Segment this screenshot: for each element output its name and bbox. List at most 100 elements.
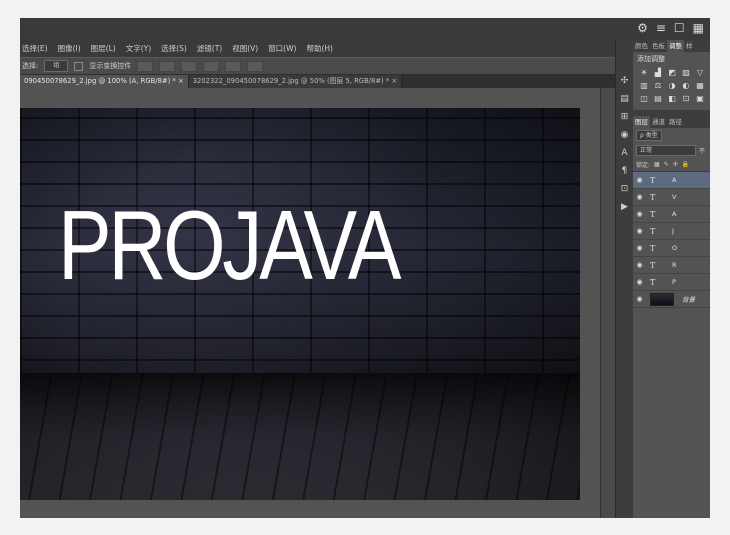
layer-filter-row: ρ 类型 (633, 128, 710, 143)
layer-row[interactable]: ◉ 背景 (633, 291, 710, 308)
menu-bar: 选择(E) 图像(I) 图层(L) 文字(Y) 选择(S) 滤镜(T) 视图(V… (20, 40, 710, 57)
channel-mixer-icon[interactable]: ▦ (695, 81, 705, 91)
curves-icon[interactable]: ◩ (667, 68, 677, 78)
blend-row: 正常 不 (633, 143, 710, 158)
character-icon[interactable]: A (621, 148, 627, 158)
tab-adjustments[interactable]: 调整 (667, 40, 684, 52)
eye-icon[interactable]: ◉ (633, 278, 646, 286)
paragraph-icon[interactable]: ¶ (622, 166, 628, 176)
threshold-icon[interactable]: ◧ (667, 94, 677, 104)
align-center-button[interactable] (159, 60, 176, 72)
levels-adjust-icon[interactable]: ▟ (653, 68, 663, 78)
posterize-icon[interactable]: ▤ (653, 94, 663, 104)
layer-row[interactable]: ◉ T P (633, 274, 710, 291)
adjustments-title: 添加调整 (637, 55, 665, 63)
brightness-icon[interactable]: ☀ (639, 68, 649, 78)
text-layer-icon: T (650, 226, 656, 236)
align-right-button[interactable] (181, 60, 198, 72)
layer-filter-dropdown[interactable]: ρ 类型 (636, 130, 662, 141)
color-balance-icon[interactable]: ⚖ (653, 81, 663, 91)
tab-document-2[interactable]: 3202322_090450078629_2.jpg @ 50% (图层 5, … (188, 75, 403, 88)
tab-styles[interactable]: 样 (684, 40, 695, 52)
distribute-top-button[interactable] (203, 60, 220, 72)
projava-text[interactable]: PROJAVA (58, 196, 402, 294)
tab-color[interactable]: 颜色 (633, 40, 650, 52)
eye-icon[interactable]: ◉ (633, 227, 646, 235)
menu-view[interactable]: 视图(V) (232, 43, 258, 54)
exposure-icon[interactable]: ▨ (681, 68, 691, 78)
show-transform-checkbox[interactable] (74, 61, 84, 71)
panel-dock-icons: ✣ ▤ ⊞ ◉ A ¶ ⊡ ▶ (615, 40, 633, 518)
lock-pixels-icon[interactable]: ▦ (654, 161, 660, 168)
menu-window[interactable]: 窗口(W) (268, 43, 296, 54)
history-icon[interactable]: ▤ (620, 94, 629, 104)
navigator-icon[interactable]: ✣ (621, 76, 629, 86)
artwork-canvas[interactable]: PROJAVA (20, 108, 580, 500)
selective-color-icon[interactable]: ▣ (695, 94, 705, 104)
layer-row[interactable]: ◉ T A (633, 206, 710, 223)
align-left-button[interactable] (137, 60, 154, 72)
gradient-map-icon[interactable]: ⊡ (681, 94, 691, 104)
photoshop-window: ⚙ ≡ ☐ ▦ 选择(E) 图像(I) 图层(L) 文字(Y) 选择(S) 滤镜… (20, 18, 710, 518)
brush-icon[interactable]: ◉ (621, 130, 629, 140)
menu-image[interactable]: 图像(I) (58, 43, 81, 54)
menu-select[interactable]: 选择(E) (22, 43, 48, 54)
layer-row[interactable]: ◉ T O (633, 240, 710, 257)
layer-name: A (672, 210, 677, 218)
layer-row[interactable]: ◉ T V (633, 189, 710, 206)
grid-icon[interactable]: ▦ (693, 21, 704, 35)
levels-icon[interactable]: ≡ (656, 21, 666, 35)
layer-name: A (672, 176, 677, 184)
vertical-scrollbar[interactable] (600, 88, 616, 518)
text-layer-icon: T (650, 260, 656, 270)
eye-icon[interactable]: ◉ (633, 244, 646, 252)
canvas-area[interactable]: PROJAVA (20, 88, 600, 518)
eye-icon[interactable]: ◉ (633, 176, 646, 184)
blend-mode-dropdown[interactable]: 正常 (636, 145, 696, 156)
layer-name: V (672, 193, 677, 201)
clone-source-icon[interactable]: ⊡ (621, 184, 629, 194)
actions-icon[interactable]: ▶ (621, 202, 628, 212)
tab-document-1-title: 090450078629_2.jpg @ 100% (A, RGB/8#) * (24, 77, 176, 85)
tab-document-1[interactable]: 090450078629_2.jpg @ 100% (A, RGB/8#) * … (20, 75, 189, 88)
lock-brush-icon[interactable]: ✎ (664, 161, 669, 168)
tab-swatches[interactable]: 色板 (650, 40, 667, 52)
distribute-bottom-button[interactable] (247, 60, 264, 72)
eye-icon[interactable]: ◉ (633, 261, 646, 269)
text-layer-icon: T (650, 243, 656, 253)
eye-icon[interactable]: ◉ (633, 295, 646, 303)
eye-icon[interactable]: ◉ (633, 193, 646, 201)
auto-select-label: 选择: (22, 62, 39, 70)
photo-filter-icon[interactable]: ◐ (681, 81, 691, 91)
lock-all-icon[interactable]: 🔒 (682, 161, 689, 168)
layer-name: P (672, 278, 676, 286)
opacity-label: 不 (699, 148, 706, 155)
black-white-icon[interactable]: ◑ (667, 81, 677, 91)
layers-panel-tabs: 图层 通道 路径 (633, 116, 710, 128)
auto-select-dropdown[interactable]: 组 (44, 60, 69, 72)
menu-filter[interactable]: 滤镜(T) (197, 43, 222, 54)
lock-move-icon[interactable]: ✣ (673, 161, 678, 168)
layer-row[interactable]: ◉ T A (633, 172, 710, 189)
text-layer-icon: T (650, 192, 656, 202)
close-icon[interactable]: × (391, 77, 397, 85)
options-bar: 选择: 组 显示变换控件 (20, 57, 710, 75)
hue-saturation-icon[interactable]: ▥ (639, 81, 649, 91)
menu-layer[interactable]: 图层(L) (91, 43, 116, 54)
distribute-middle-button[interactable] (225, 60, 242, 72)
tab-layers[interactable]: 图层 (633, 116, 650, 128)
close-icon[interactable]: × (178, 77, 184, 85)
vibrance-icon[interactable]: ▽ (695, 68, 705, 78)
layer-row[interactable]: ◉ T R (633, 257, 710, 274)
menu-help[interactable]: 帮助(H) (306, 43, 333, 54)
tab-paths[interactable]: 路径 (667, 116, 684, 128)
menu-type[interactable]: 文字(Y) (126, 43, 151, 54)
settings-icon[interactable]: ⚙ (637, 21, 648, 35)
layer-row[interactable]: ◉ T J (633, 223, 710, 240)
invert-icon[interactable]: ◫ (639, 94, 649, 104)
menu-selection[interactable]: 选择(S) (161, 43, 187, 54)
window-icon[interactable]: ☐ (674, 21, 685, 35)
eye-icon[interactable]: ◉ (633, 210, 646, 218)
properties-icon[interactable]: ⊞ (621, 112, 629, 122)
tab-channels[interactable]: 通道 (650, 116, 667, 128)
